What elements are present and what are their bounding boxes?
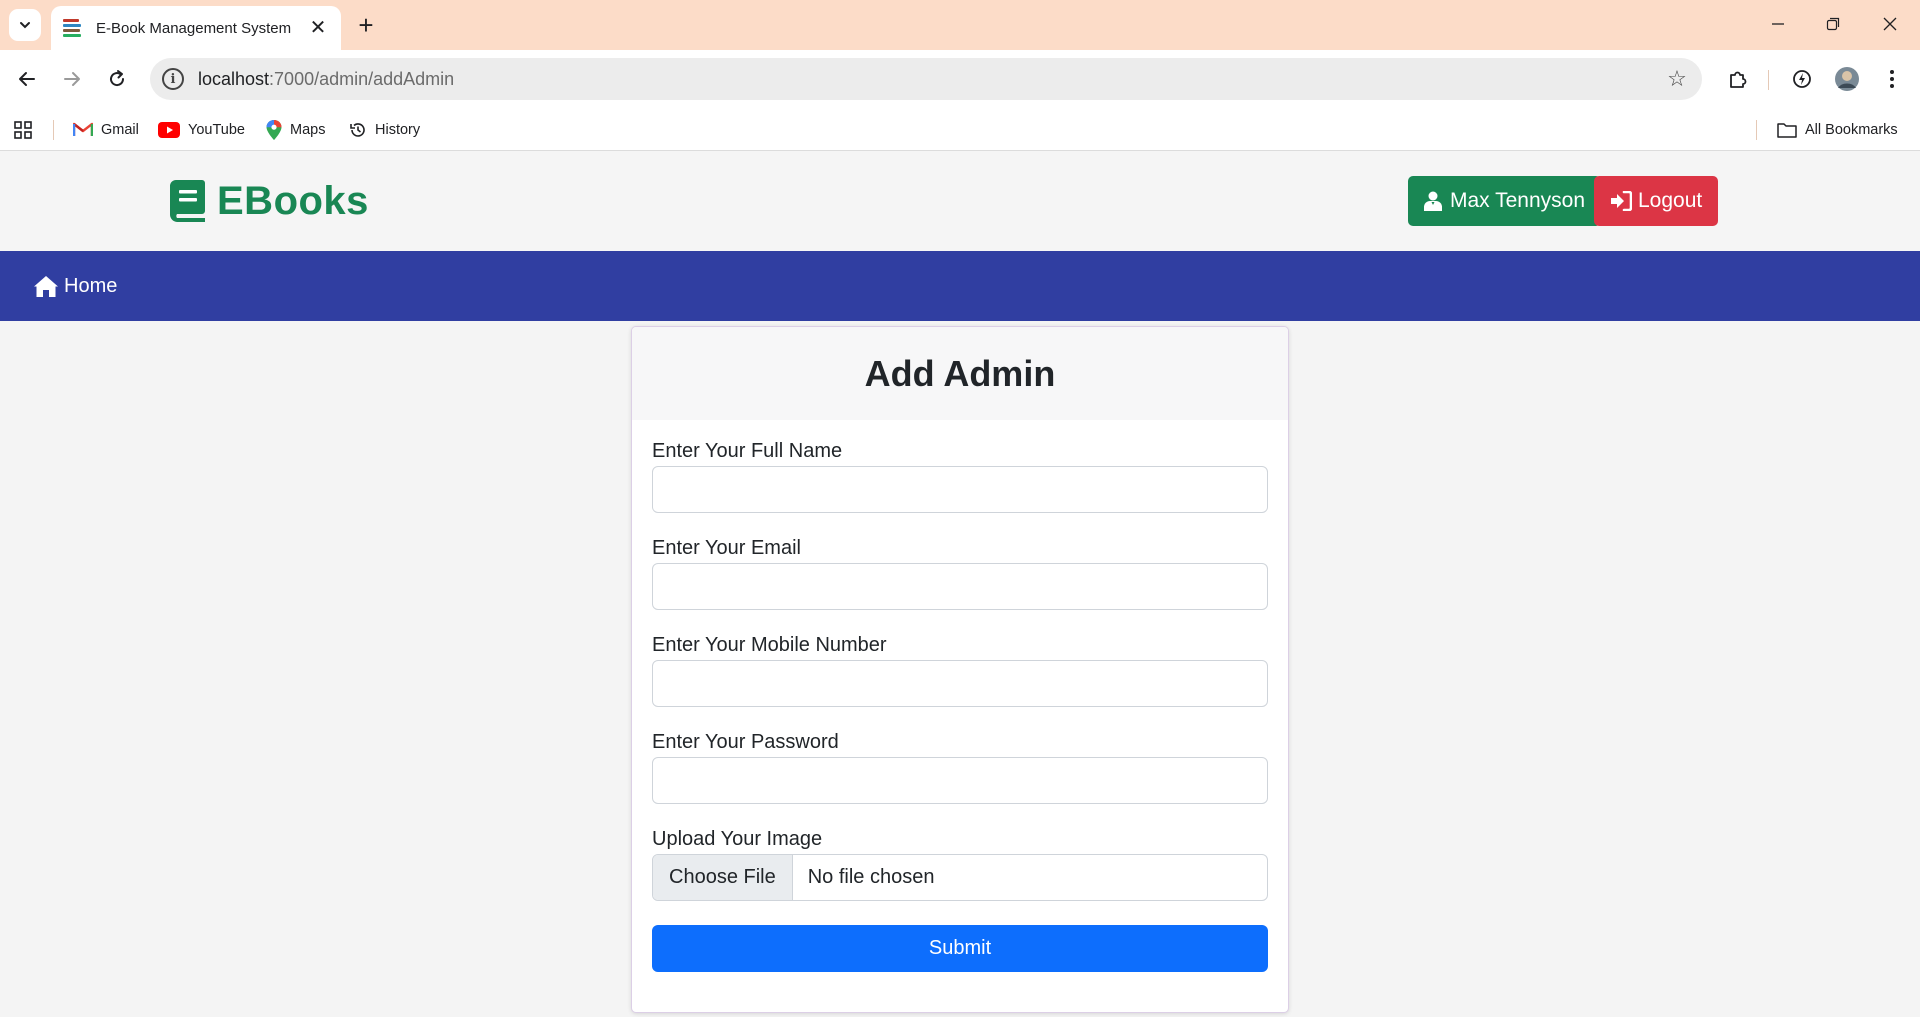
mobile-group: Enter Your Mobile Number: [652, 634, 1268, 707]
books-favicon-icon: [63, 19, 83, 37]
tab-search-button[interactable]: [9, 9, 41, 41]
minimize-button[interactable]: [1758, 8, 1798, 40]
site-header: EBooks Max Tennyson Logout: [0, 151, 1920, 251]
email-input[interactable]: [652, 563, 1268, 610]
full-name-group: Enter Your Full Name: [652, 440, 1268, 513]
close-icon: [1883, 17, 1897, 31]
password-label: Enter Your Password: [652, 731, 839, 753]
new-tab-button[interactable]: +: [353, 12, 379, 38]
user-profile-button[interactable]: Max Tennyson: [1408, 176, 1602, 226]
home-icon: [34, 275, 58, 297]
sign-in-icon: [1611, 191, 1632, 211]
gmail-icon: [73, 122, 93, 136]
bookmark-label: History: [375, 121, 421, 138]
bookmark-maps[interactable]: Maps: [266, 108, 325, 151]
arrow-left-icon: [19, 72, 35, 86]
forward-button[interactable]: [55, 62, 89, 96]
email-label: Enter Your Email: [652, 537, 801, 559]
browser-tabstrip: E-Book Management System ✕ +: [0, 0, 1920, 50]
bookmark-star-icon[interactable]: ☆: [1662, 64, 1692, 94]
book-icon: [170, 180, 205, 222]
apps-grid-icon: [14, 120, 32, 139]
submit-button[interactable]: Submit: [652, 925, 1268, 972]
bookmark-gmail[interactable]: Gmail: [73, 108, 139, 151]
url-text[interactable]: localhost:7000/admin/addAdmin: [198, 69, 1662, 90]
back-button[interactable]: [10, 62, 44, 96]
mobile-label: Enter Your Mobile Number: [652, 634, 887, 656]
tab-title: E-Book Management System: [96, 19, 292, 37]
minimize-icon: [1772, 23, 1784, 25]
email-group: Enter Your Email: [652, 537, 1268, 610]
image-file-input[interactable]: Choose File No file chosen: [652, 854, 1268, 901]
full-name-input[interactable]: [652, 466, 1268, 513]
tab-close-icon[interactable]: ✕: [307, 17, 329, 39]
brand-name: EBooks: [217, 178, 369, 223]
bookmark-youtube[interactable]: YouTube: [158, 108, 245, 151]
bookmark-label: Maps: [290, 121, 326, 138]
card-header: Add Admin: [632, 327, 1288, 420]
full-name-label: Enter Your Full Name: [652, 440, 843, 462]
history-icon: [350, 122, 365, 137]
bookmarks-bar: Gmail YouTube Maps History All Bookmarks: [0, 108, 1920, 151]
speed-icon: [1793, 70, 1811, 88]
page-title: Add Admin: [864, 352, 1056, 394]
site-info-icon[interactable]: i: [162, 68, 184, 90]
bookmark-label: YouTube: [188, 121, 245, 138]
choose-file-button[interactable]: Choose File: [653, 855, 793, 900]
browser-toolbar: i localhost:7000/admin/addAdmin ☆: [0, 50, 1920, 108]
performance-button[interactable]: [1785, 62, 1819, 96]
restore-icon: [1826, 17, 1840, 31]
folder-icon: [1777, 122, 1797, 138]
logout-label: Logout: [1638, 189, 1703, 212]
more-vertical-icon: [1890, 70, 1894, 88]
chevron-down-icon: [20, 22, 30, 29]
avatar-icon: [1835, 67, 1859, 91]
restore-button[interactable]: [1813, 8, 1853, 40]
puzzle-icon: [1730, 71, 1747, 88]
user-icon: [1424, 191, 1442, 211]
browser-menu-button[interactable]: [1875, 62, 1909, 96]
password-input[interactable]: [652, 757, 1268, 804]
image-upload-group: Upload Your Image Choose File No file ch…: [652, 828, 1268, 901]
user-name-label: Max Tennyson: [1450, 189, 1586, 212]
main-navbar: Home: [0, 251, 1920, 321]
logout-button[interactable]: Logout: [1594, 176, 1719, 226]
close-window-button[interactable]: [1870, 8, 1910, 40]
nav-home-link[interactable]: Home: [34, 251, 117, 321]
all-bookmarks-label: All Bookmarks: [1805, 121, 1898, 138]
all-bookmarks-button[interactable]: All Bookmarks: [1777, 108, 1898, 151]
bookmark-history[interactable]: History: [349, 108, 420, 151]
reload-button[interactable]: [100, 62, 134, 96]
image-upload-label: Upload Your Image: [652, 828, 823, 850]
browser-tab-active[interactable]: E-Book Management System ✕: [51, 6, 341, 50]
youtube-icon: [158, 121, 180, 138]
profile-avatar-button[interactable]: [1830, 62, 1864, 96]
reload-icon: [110, 70, 125, 87]
file-status-text: No file chosen: [807, 866, 935, 888]
password-group: Enter Your Password: [652, 731, 1268, 804]
maps-icon: [266, 119, 282, 140]
extensions-button[interactable]: [1721, 62, 1755, 96]
mobile-input[interactable]: [652, 660, 1268, 707]
address-bar[interactable]: i localhost:7000/admin/addAdmin ☆: [150, 58, 1702, 100]
apps-button[interactable]: [14, 108, 32, 151]
arrow-right-icon: [64, 72, 80, 86]
brand-logo[interactable]: EBooks: [170, 177, 369, 225]
nav-home-label: Home: [64, 274, 118, 297]
add-admin-card: Add Admin Enter Your Full Name Enter You…: [631, 326, 1289, 1013]
bookmark-label: Gmail: [101, 121, 139, 138]
